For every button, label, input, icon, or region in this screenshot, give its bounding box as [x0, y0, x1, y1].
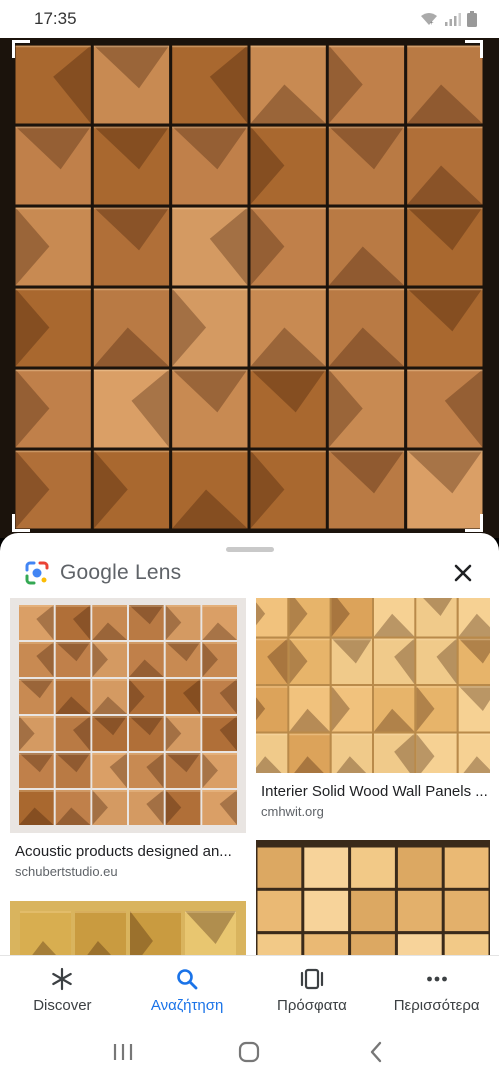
search-icon — [177, 969, 198, 990]
wood-panel-photo — [0, 38, 499, 538]
result-card-1[interactable]: Acoustic products designed an... schuber… — [10, 598, 246, 879]
result-card-4[interactable] — [256, 840, 490, 973]
google-lens-logo-icon — [25, 561, 49, 585]
result-source: cmhwit.org — [261, 804, 324, 819]
crop-corner-top-right[interactable] — [465, 40, 483, 58]
nav-recent[interactable]: Πρόσφατα — [250, 956, 375, 1025]
lens-title: Google Lens — [60, 561, 182, 584]
close-button[interactable] — [447, 557, 479, 589]
recents-button[interactable] — [93, 1030, 153, 1074]
result-title: Interier Solid Wood Wall Panels ... — [261, 783, 488, 800]
wood-blocks-image — [256, 598, 490, 773]
home-button[interactable] — [219, 1030, 279, 1074]
home-icon — [239, 1041, 260, 1063]
nav-label: Περισσότερα — [393, 997, 480, 1014]
acoustic-panel-image — [10, 598, 246, 833]
more-icon — [426, 976, 447, 982]
result-source: schubertstudio.eu — [15, 864, 118, 879]
pine-blocks-image — [256, 840, 490, 973]
captured-image[interactable] — [0, 38, 499, 538]
system-nav-bar — [0, 1024, 499, 1080]
status-icons: + — [419, 11, 477, 27]
status-time: 17:35 — [34, 9, 77, 28]
nav-search[interactable]: Αναζήτηση — [125, 956, 250, 1025]
close-icon — [454, 564, 472, 582]
bottom-nav: Discover Αναζήτηση Πρόσφατα Περισσότερα — [0, 955, 499, 1025]
battery-icon — [467, 11, 477, 27]
result-thumbnail — [10, 598, 246, 833]
wifi-icon: + — [421, 13, 437, 27]
nav-label: Πρόσφατα — [277, 997, 347, 1014]
nav-discover[interactable]: Discover — [0, 956, 125, 1025]
nav-label: Discover — [33, 997, 92, 1014]
lens-header: Google Lens — [24, 555, 479, 591]
status-bar: 17:35 + — [0, 0, 499, 38]
crop-corner-bottom-left[interactable] — [12, 514, 30, 532]
nav-label: Αναζήτηση — [150, 997, 224, 1014]
svg-text:+: + — [430, 21, 434, 27]
drag-handle[interactable] — [226, 547, 274, 552]
result-card-2[interactable]: Interier Solid Wood Wall Panels ... cmhw… — [256, 598, 490, 823]
recent-icon — [300, 968, 323, 990]
results-sheet: Google Lens Acoustic products designed a… — [0, 533, 499, 973]
crop-corner-top-left[interactable] — [12, 40, 30, 58]
nav-more[interactable]: Περισσότερα — [374, 956, 499, 1025]
signal-icon — [445, 13, 461, 26]
asterisk-icon — [52, 967, 73, 991]
result-thumbnail — [256, 598, 490, 773]
crop-corner-bottom-right[interactable] — [465, 514, 483, 532]
back-icon — [370, 1041, 382, 1063]
result-title: Acoustic products designed an... — [15, 843, 232, 860]
result-thumbnail — [256, 840, 490, 973]
recents-apps-icon — [114, 1044, 133, 1060]
back-button[interactable] — [346, 1030, 406, 1074]
